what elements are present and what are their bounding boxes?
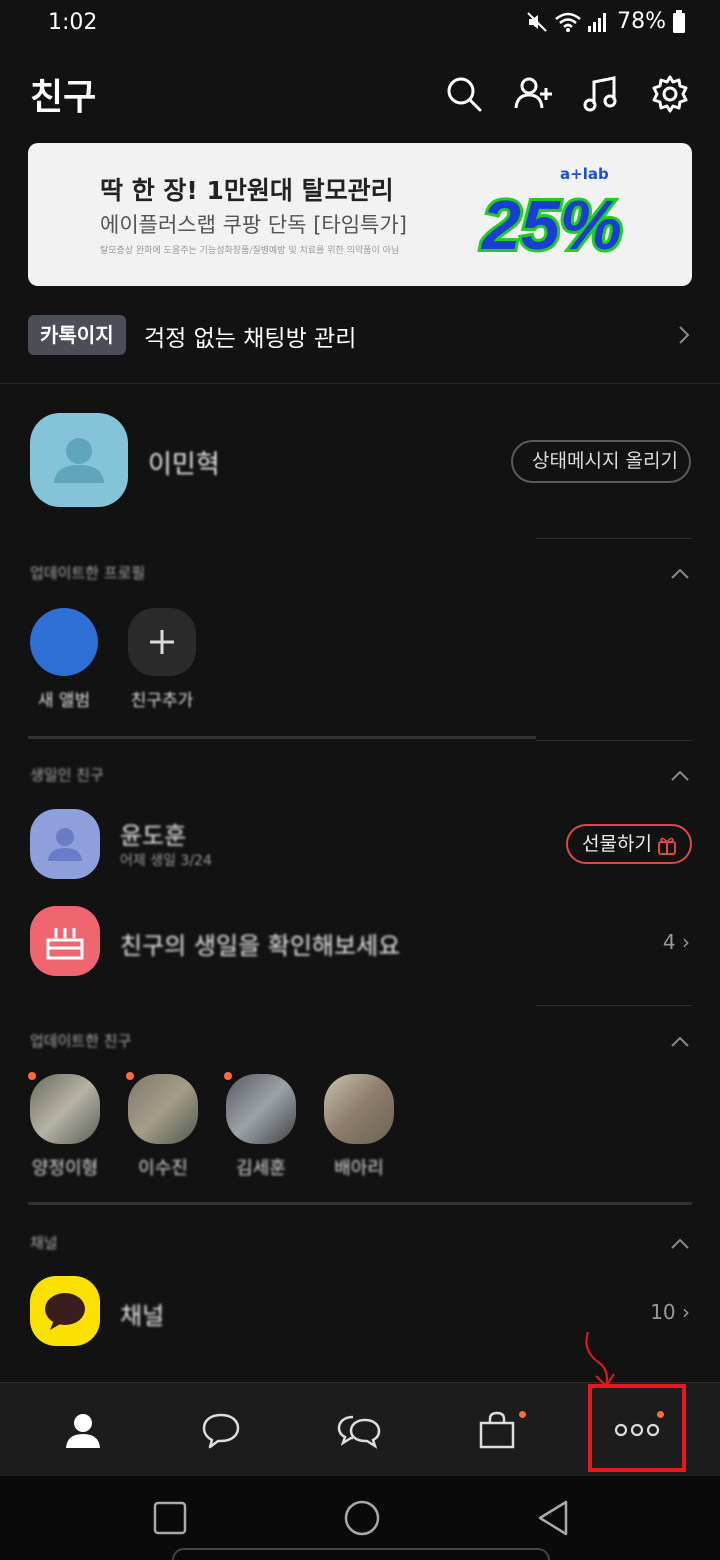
settings-icon[interactable] (650, 74, 690, 114)
ad-title: 딱 한 장! 1만원대 탈모관리 (100, 176, 394, 205)
chevron-up-icon[interactable] (670, 1036, 690, 1048)
section-title-birthday: 생일인 친구 (30, 766, 104, 784)
annotation-highlight-box (588, 1384, 686, 1472)
add-friend-icon[interactable] (514, 74, 554, 114)
story-item[interactable]: 양정이형 (28, 1072, 102, 1180)
status-time: 1:02 (48, 10, 98, 35)
search-icon[interactable] (444, 74, 484, 114)
recent-apps-icon[interactable] (150, 1498, 190, 1538)
profile-tile[interactable]: 새 앨범 (28, 608, 100, 711)
chevron-up-icon[interactable] (670, 1238, 690, 1250)
story-item[interactable]: 배아리 (322, 1074, 396, 1180)
new-indicator (224, 1072, 232, 1080)
story-image (30, 1074, 100, 1144)
section-title-updated-friends: 업데이트한 친구 (30, 1032, 132, 1050)
chat-icon (202, 1413, 240, 1449)
openchat-icon (337, 1415, 381, 1449)
profile-tile-label: 새 앨범 (37, 691, 91, 711)
new-indicator (126, 1072, 134, 1080)
friend-avatar[interactable] (30, 809, 100, 879)
story-image (324, 1074, 394, 1144)
nav-openchat[interactable] (304, 1383, 414, 1477)
plus-icon (128, 608, 196, 676)
annotation-arrow (585, 1331, 615, 1388)
nav-friends[interactable] (28, 1383, 138, 1477)
friends-icon (66, 1414, 100, 1448)
nav-chats[interactable] (166, 1383, 276, 1477)
story-image (128, 1074, 198, 1144)
story-image (226, 1074, 296, 1144)
birthday-count[interactable]: 4 › (663, 930, 690, 954)
wifi-icon (555, 11, 581, 33)
battery-icon (672, 9, 686, 34)
ad-brand: a+lab (560, 165, 609, 183)
birthday-row-text[interactable]: 친구의 생일을 확인해보세요 (120, 926, 400, 961)
chevron-right-icon (679, 326, 690, 344)
story-label: 배아리 (334, 1158, 384, 1179)
profile-image (30, 608, 98, 676)
mute-icon (525, 10, 549, 34)
channel-count[interactable]: 10 › (650, 1300, 690, 1324)
section-title-updated-profiles: 업데이트한 프로필 (30, 564, 146, 582)
story-item[interactable]: 김세훈 (224, 1072, 298, 1180)
story-label: 양정이형 (31, 1158, 99, 1179)
header: 친구 (0, 60, 720, 130)
notification-dot (519, 1411, 526, 1418)
music-icon[interactable] (582, 74, 622, 114)
gift-button[interactable]: 선물하기 (566, 824, 692, 864)
chevron-up-icon[interactable] (670, 770, 690, 782)
kakao-channel-icon[interactable] (30, 1276, 100, 1346)
ad-subtitle: 에이플러스랩 쿠팡 단독 [타임특가] (100, 213, 407, 237)
page-title: 친구 (30, 77, 97, 118)
divider (536, 538, 692, 539)
divider (28, 1202, 692, 1205)
divider (536, 740, 692, 741)
notice-banner[interactable]: 카톡이지 걱정 없는 채팅방 관리 (28, 315, 692, 355)
chevron-up-icon[interactable] (670, 568, 690, 580)
section-title-channel: 채널 (30, 1234, 58, 1252)
nav-shopping[interactable] (442, 1383, 552, 1477)
status-message-button[interactable]: 상태메시지 올리기 (511, 440, 691, 483)
gift-button-label: 선물하기 (582, 833, 652, 855)
svg-text:25%: 25% (480, 186, 622, 263)
story-label: 김세훈 (236, 1158, 286, 1179)
friend-subtitle: 어제 생일 3/24 (120, 853, 212, 869)
signal-icon (587, 11, 609, 33)
gift-icon (658, 837, 676, 855)
my-profile-name[interactable]: 이민혁 (148, 444, 220, 481)
battery-percent: 78% (617, 9, 666, 34)
ad-fine-print: 탈모증상 완화에 도움주는 기능성화장품/질병예방 및 치료를 위한 의약품이 … (100, 246, 400, 256)
back-icon[interactable] (534, 1498, 574, 1538)
birthday-avatar[interactable] (30, 906, 100, 976)
gesture-pill (172, 1548, 550, 1560)
my-profile-avatar[interactable] (30, 413, 128, 507)
divider (0, 383, 720, 384)
add-profile-tile[interactable]: 친구추가 (126, 608, 198, 711)
friend-name[interactable]: 윤도훈 (120, 816, 186, 851)
divider (28, 736, 536, 739)
channel-name[interactable]: 채널 (120, 1296, 164, 1331)
divider (536, 1005, 692, 1006)
notice-tag: 카톡이지 (28, 315, 126, 355)
notice-text: 걱정 없는 채팅방 관리 (144, 326, 357, 352)
shopping-icon (479, 1411, 515, 1449)
ad-banner[interactable]: 딱 한 장! 1만원대 탈모관리 에이플러스랩 쿠팡 단독 [타임특가] 탈모증… (28, 143, 692, 286)
story-item[interactable]: 이수진 (126, 1072, 200, 1180)
status-bar: 1:02 78% (0, 0, 720, 48)
new-indicator (28, 1072, 36, 1080)
story-label: 이수진 (138, 1158, 188, 1179)
ad-discount-badge: 25% (477, 183, 625, 263)
profile-tile-label: 친구추가 (130, 691, 194, 711)
home-icon[interactable] (342, 1498, 382, 1538)
